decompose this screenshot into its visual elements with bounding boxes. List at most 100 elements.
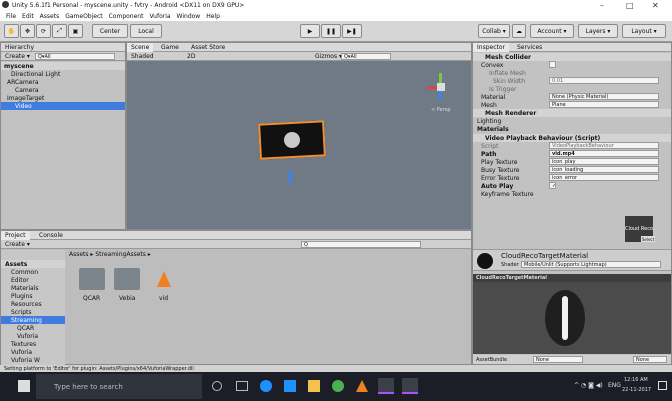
mesh-field[interactable]: Plane [549,101,659,108]
vlc-file-icon[interactable] [157,271,171,287]
notifications-icon[interactable] [658,381,667,390]
menu-gameobject[interactable]: GameObject [65,13,102,20]
tray-icons[interactable]: ^ ◔ ◙ ◀) [574,382,603,389]
menu-file[interactable]: File [6,13,16,20]
video-playback-header[interactable]: Video Playback Behaviour (Script) [473,134,671,142]
account-button[interactable]: Account ▾ [530,24,574,38]
convex-checkbox[interactable] [549,61,556,68]
tree-item[interactable]: Vuforia W [1,356,65,364]
language-indicator[interactable]: ENG [608,382,621,389]
scene-search-input[interactable]: Q▾All [341,53,391,60]
skin-width-field[interactable]: 0.01 [549,77,659,84]
tree-item[interactable]: Scripts [1,308,65,316]
tab-console[interactable]: Console [35,231,67,240]
windows-start-icon[interactable] [18,380,30,392]
move-tool-icon[interactable]: ✥ [20,24,35,38]
task-view-icon[interactable] [236,381,248,391]
mesh-renderer-header[interactable]: Mesh Renderer [473,109,671,117]
pivot-local-button[interactable]: Local [130,24,162,38]
store-icon[interactable] [284,380,296,392]
script-field[interactable]: VideoPlaybackBehaviour [549,142,659,149]
project-search-input[interactable]: Q [301,241,421,248]
scene-orientation-gizmo[interactable] [427,73,457,103]
materials-foldout[interactable]: Materials [473,125,671,133]
cortana-icon[interactable] [212,381,222,391]
minimize-icon[interactable]: – [600,1,604,10]
tree-item-selected[interactable]: Streaming [1,316,65,324]
hierarchy-item[interactable]: ImageTarget [1,94,125,102]
layers-button[interactable]: Layers ▾ [578,24,618,38]
tree-item[interactable]: Plugins [1,292,65,300]
tree-item[interactable]: Resources [1,300,65,308]
material-field[interactable]: None (Physic Material) [549,93,659,100]
hierarchy-create-button[interactable]: Create ▾ [1,52,34,61]
assetbundle-variant-dropdown[interactable]: None [633,356,667,363]
lighting-foldout[interactable]: Lighting [473,117,671,125]
play-button-icon[interactable]: ▶ [300,24,320,38]
hierarchy-item[interactable]: ARCamera [1,78,125,86]
folder-icon[interactable] [79,268,105,290]
menu-edit[interactable]: Edit [22,13,34,20]
unity-hub-taskbar-icon[interactable] [402,378,418,394]
menu-vuforia[interactable]: Vuforia [149,13,170,20]
clock-time[interactable]: 12:16 AM [624,377,648,383]
shaded-dropdown[interactable]: Shaded [127,52,158,61]
tree-item[interactable]: Vuforia [1,332,65,340]
tree-item[interactable]: Assets [1,260,65,268]
menu-window[interactable]: Window [177,13,201,20]
scene-root-item[interactable]: myscene [1,62,125,70]
menu-component[interactable]: Component [109,13,144,20]
auto-play-checkbox[interactable]: ✓ [549,182,556,189]
rotate-tool-icon[interactable]: ⟳ [36,24,51,38]
hierarchy-tab[interactable]: Hierarchy [1,43,38,52]
shader-dropdown[interactable]: Mobile/Unlit (Supports Lightmap) [521,261,661,268]
chrome-icon[interactable] [332,380,344,392]
cloud-icon[interactable]: ☁ [512,24,526,38]
tab-project[interactable]: Project [1,231,30,240]
assetbundle-dropdown[interactable]: None [533,356,583,363]
tree-item[interactable]: QCAR [1,324,65,332]
tree-item[interactable]: Textures [1,340,65,348]
collab-button[interactable]: Collab ▾ [478,24,510,38]
pivot-center-button[interactable]: Center [92,24,128,38]
tab-inspector[interactable]: Inspector [473,43,509,52]
hierarchy-item[interactable]: Camera [1,86,125,94]
tab-game[interactable]: Game [157,43,183,52]
scale-tool-icon[interactable]: ⤢ [52,24,67,38]
close-icon[interactable]: ✕ [652,1,659,10]
tree-item[interactable]: Vuforia [1,348,65,356]
unity-taskbar-icon[interactable] [378,378,394,394]
edge-icon[interactable] [260,380,272,392]
play-texture-field[interactable]: icon_play [549,158,659,165]
tree-item[interactable]: Editor [1,276,65,284]
project-create-button[interactable]: Create ▾ [1,240,34,249]
menu-help[interactable]: Help [206,13,220,20]
rect-tool-icon[interactable]: ▣ [68,24,83,38]
tab-scene[interactable]: Scene [127,43,154,52]
2d-toggle[interactable]: 2D [183,52,199,61]
maximize-icon[interactable]: □ [626,1,634,10]
breadcrumb[interactable]: Assets ▸ StreamingAssets ▸ [69,251,151,258]
error-texture-field[interactable]: icon_error [549,174,659,181]
mesh-collider-header[interactable]: Mesh Collider [473,53,671,61]
vlc-taskbar-icon[interactable] [356,380,368,392]
tab-asset-store[interactable]: Asset Store [187,43,229,52]
hierarchy-search-input[interactable]: Q▾All [35,53,115,60]
perspective-label[interactable]: < Persp [431,107,451,113]
layout-button[interactable]: Layout ▾ [622,24,666,38]
step-button-icon[interactable]: ▶❚ [342,24,362,38]
tree-item[interactable]: Materials [1,284,65,292]
taskbar-search-input[interactable]: Type here to search [36,374,202,399]
select-button[interactable]: Select [641,236,655,242]
busy-texture-field[interactable]: icon_loading [549,166,659,173]
clock-date[interactable]: 22-11-2017 [622,387,651,393]
menu-assets[interactable]: Assets [40,13,60,20]
folder-icon[interactable] [114,268,140,290]
hierarchy-item-selected[interactable]: Video [1,102,125,110]
file-explorer-icon[interactable] [308,380,320,392]
tab-services[interactable]: Services [513,43,546,52]
hand-tool-icon[interactable]: ✋ [4,24,19,38]
path-field[interactable]: vid.mp4 [549,150,659,157]
pause-button-icon[interactable]: ❚❚ [321,24,341,38]
image-target[interactable] [258,120,326,160]
